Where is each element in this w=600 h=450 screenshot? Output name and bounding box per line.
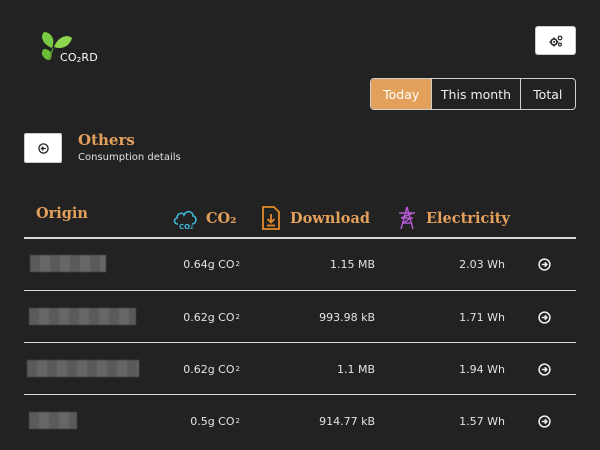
electricity-value: 1.71 Wh: [459, 310, 505, 324]
table-row: 0.62 g CO 2 1.1 MB 1.94 Wh: [24, 343, 576, 395]
back-button[interactable]: [24, 133, 62, 163]
settings-button[interactable]: [535, 26, 576, 55]
column-header-origin[interactable]: Origin: [36, 205, 88, 222]
co2-value: 0.5 g CO 2: [190, 414, 240, 428]
column-header-co2[interactable]: CO₂ CO₂: [172, 205, 237, 231]
period-today-button[interactable]: Today: [371, 79, 432, 109]
section-title: Others: [78, 131, 135, 149]
period-total-button[interactable]: Total: [519, 79, 575, 109]
table-row: 0.5 g CO 2 914.77 kB 1.57 Wh: [24, 395, 576, 447]
download-value: 914.77 kB: [319, 414, 375, 428]
circle-arrow-right-icon: [537, 257, 551, 271]
download-value: 1.15 MB: [329, 257, 375, 271]
svg-text:CO₂: CO₂: [179, 223, 193, 231]
download-file-icon: [262, 206, 280, 230]
origin-redacted[interactable]: [27, 360, 139, 377]
electricity-value: 1.57 Wh: [459, 414, 505, 428]
origin-redacted[interactable]: [29, 308, 136, 325]
co2-value: 0.62 g CO 2: [183, 362, 240, 376]
circle-arrow-right-icon: [537, 310, 551, 324]
co2-value: 0.62 g CO 2: [183, 310, 240, 324]
circle-arrow-left-icon: [37, 142, 49, 154]
co2-value: 0.64 g CO 2: [183, 257, 240, 271]
app-logo-text: CO2RD: [60, 51, 98, 64]
column-header-download[interactable]: Download: [260, 205, 370, 231]
power-pylon-icon: [399, 206, 415, 230]
circle-arrow-right-icon: [537, 414, 551, 428]
period-month-button[interactable]: This month: [431, 79, 519, 109]
section-subtitle: Consumption details: [78, 152, 181, 163]
row-details-button[interactable]: [537, 238, 551, 290]
electricity-value: 1.94 Wh: [459, 362, 505, 376]
row-details-button[interactable]: [537, 395, 551, 447]
table-row: 0.62 g CO 2 993.98 kB 1.71 Wh: [24, 291, 576, 343]
row-details-button[interactable]: [537, 343, 551, 395]
download-value: 993.98 kB: [319, 310, 375, 324]
electricity-value: 2.03 Wh: [459, 257, 505, 271]
period-selector: Today This month Total: [370, 78, 576, 110]
origin-redacted[interactable]: [30, 255, 106, 272]
column-header-electricity[interactable]: Electricity: [396, 205, 510, 231]
co2-cloud-icon: CO₂: [173, 210, 197, 231]
table-row: 0.64 g CO 2 1.15 MB 2.03 Wh: [24, 238, 576, 290]
download-value: 1.1 MB: [336, 362, 375, 376]
gears-icon: [549, 35, 562, 46]
circle-arrow-right-icon: [537, 362, 551, 376]
origin-redacted[interactable]: [29, 412, 77, 429]
row-details-button[interactable]: [537, 291, 551, 343]
